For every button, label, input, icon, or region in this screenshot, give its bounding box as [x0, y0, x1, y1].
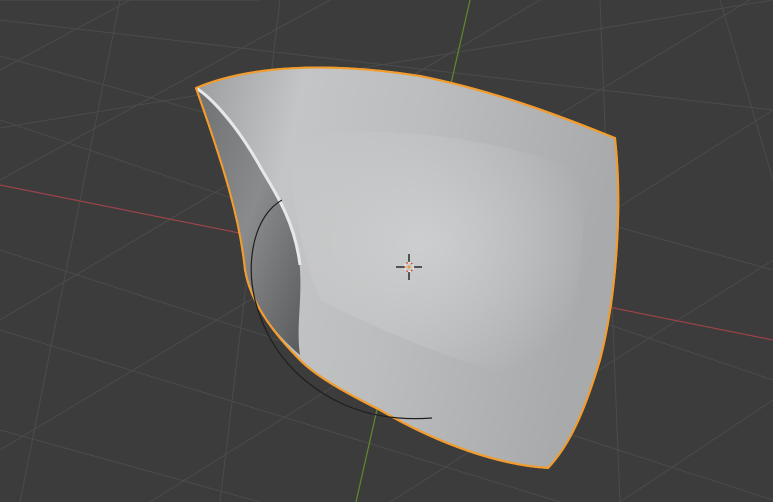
viewport-canvas[interactable] [0, 0, 773, 502]
curved-tube-surface[interactable] [194, 66, 620, 470]
3d-viewport[interactable] [0, 0, 773, 502]
